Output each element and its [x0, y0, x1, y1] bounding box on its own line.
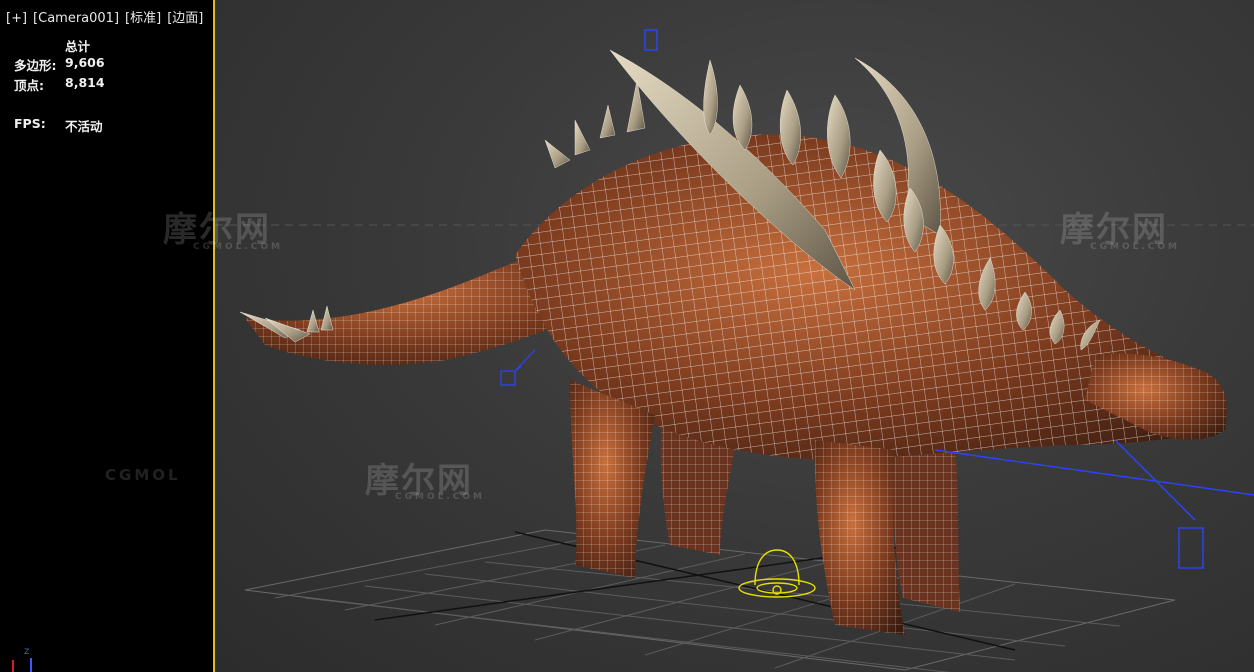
viewport-menu-button[interactable]: [+]: [6, 11, 27, 26]
fps-value: 不活动: [65, 119, 103, 134]
stats-header: 总计: [65, 39, 91, 54]
3ds-max-viewport-window: [+] [Camera001] [标准] [边面] 总计 多边形: 9,606 顶点:…: [0, 0, 1254, 672]
watermark-sub-1: CGMOL.COM: [193, 242, 283, 252]
axis-tripod-icon: [12, 660, 14, 672]
viewport-display-menu[interactable]: [边面]: [167, 11, 203, 26]
target-box-icon[interactable]: [500, 349, 536, 386]
watermark-brand-left: CGMOL: [105, 466, 181, 484]
vertices-label: 顶点:: [14, 78, 44, 93]
axis-z-label: z: [24, 646, 30, 657]
polygons-label: 多边形:: [14, 58, 57, 73]
viewport-scene-svg: [215, 29, 1254, 672]
axis-y-stub: [30, 658, 32, 672]
watermark-sub-2: CGMOL.COM: [395, 492, 485, 502]
viewport-shading-menu[interactable]: [标准]: [125, 11, 161, 26]
light-gizmo-icon[interactable]: [738, 549, 816, 598]
fps-label: FPS:: [14, 116, 46, 131]
stats-panel: [+] [Camera001] [标准] [边面] 总计 多边形: 9,606 顶点:…: [0, 0, 214, 672]
viewport-camera-menu[interactable]: [Camera001]: [33, 11, 119, 26]
viewport-label-menu: [+] [Camera001] [标准] [边面]: [6, 7, 209, 26]
vertices-value: 8,814: [65, 75, 105, 90]
polygons-value: 9,606: [65, 55, 105, 70]
watermark-sub-3: CGMOL.COM: [1090, 242, 1180, 252]
perspective-viewport[interactable]: 摩尔网 CGMOL.COM 摩尔网 CGMOL.COM 摩尔网 CGMOL.CO…: [163, 0, 1254, 672]
